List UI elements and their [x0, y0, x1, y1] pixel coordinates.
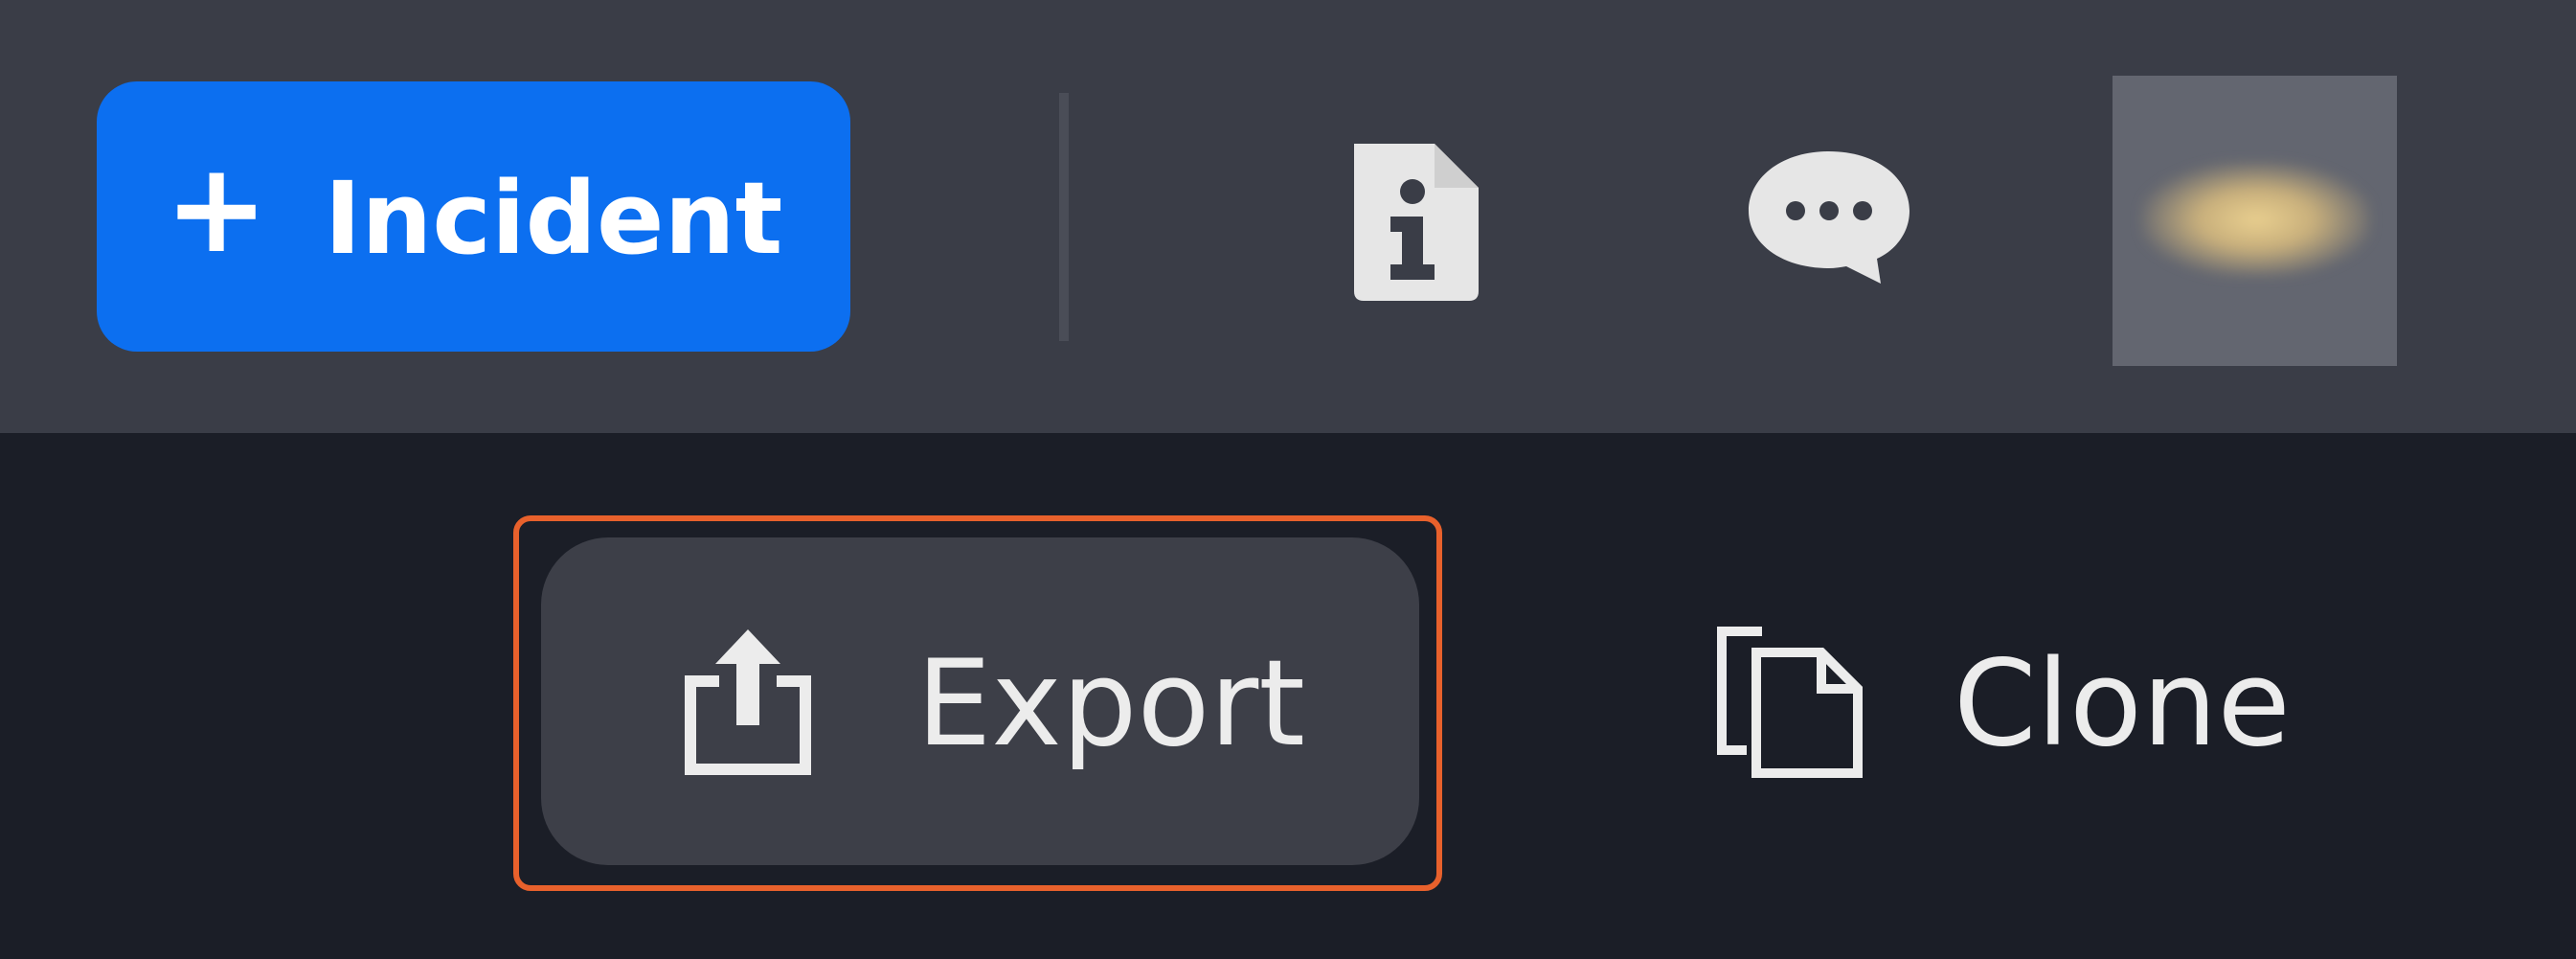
toolbar-divider — [1059, 93, 1069, 341]
clone-icon — [1717, 627, 1863, 778]
new-incident-label: Incident — [324, 160, 783, 277]
info-button[interactable] — [1341, 138, 1484, 306]
avatar-image — [2141, 162, 2371, 277]
top-toolbar: + Incident — [0, 0, 2576, 433]
new-incident-button[interactable]: + Incident — [97, 81, 850, 352]
export-label: Export — [916, 635, 1305, 773]
export-button[interactable]: Export — [541, 537, 1419, 865]
chat-icon — [1749, 151, 1909, 284]
plus-icon: + — [164, 135, 269, 281]
chat-button[interactable] — [1743, 146, 1915, 289]
info-icon — [1354, 144, 1479, 301]
export-icon — [685, 629, 811, 775]
clone-label: Clone — [1954, 635, 2291, 773]
avatar[interactable] — [2113, 76, 2397, 366]
clone-button[interactable]: Clone — [1685, 537, 2317, 865]
